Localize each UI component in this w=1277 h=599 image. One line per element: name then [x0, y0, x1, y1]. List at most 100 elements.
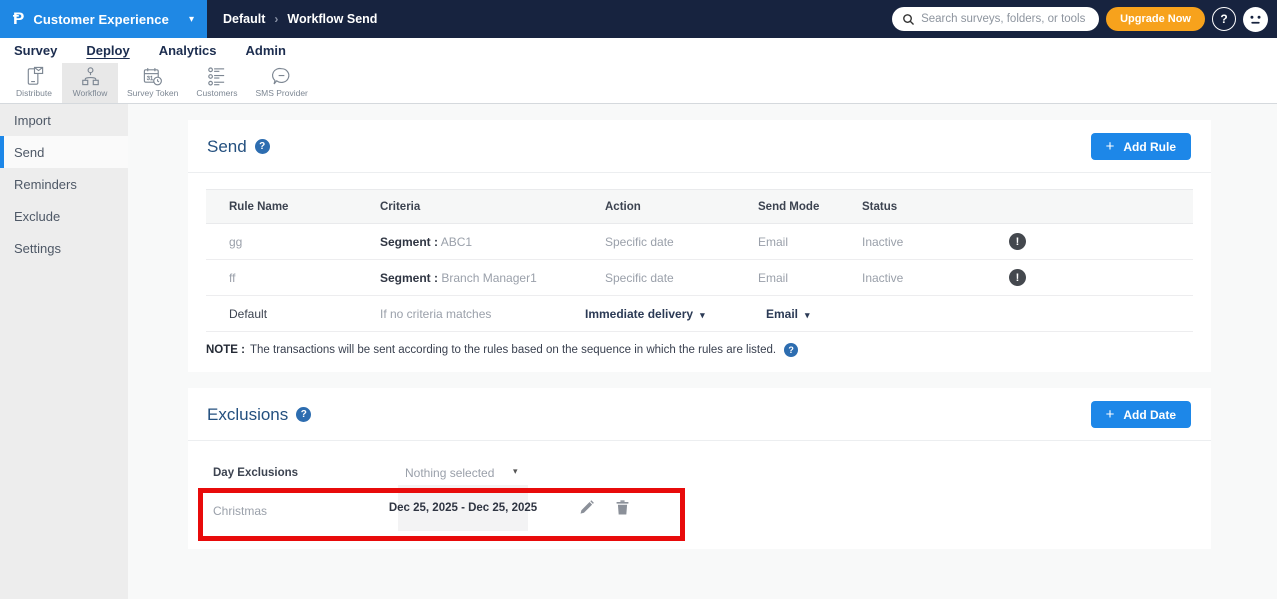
exclusions-body: Day Exclusions Nothing selected ▾ Christ…: [188, 441, 1211, 549]
table-row: gg Segment : ABC1 Specific date Email In…: [206, 224, 1193, 260]
action-cell: Specific date: [605, 271, 758, 285]
divider: [188, 172, 1211, 173]
criteria-value: Branch Manager1: [441, 271, 536, 285]
col-header-send-mode: Send Mode: [758, 201, 862, 213]
send-mode-cell: Email: [758, 235, 862, 249]
chevron-down-icon: ▾: [189, 14, 194, 25]
send-help-icon[interactable]: ?: [255, 139, 270, 154]
criteria-cell: Segment : Branch Manager1: [380, 271, 605, 285]
col-header-rule-name: Rule Name: [206, 201, 380, 213]
top-header: Ᵽ Customer Experience ▾ Default › Workfl…: [0, 0, 1277, 38]
exclusions-section-header: Exclusions ? + Add Date: [188, 388, 1211, 440]
sidebar-item-send[interactable]: Send: [0, 136, 128, 168]
tool-workflow[interactable]: Workflow: [62, 63, 118, 103]
default-rule-row: Default If no criteria matches Immediate…: [206, 296, 1193, 332]
criteria-cell: Segment : ABC1: [380, 235, 605, 249]
note-text: The transactions will be sent according …: [250, 344, 776, 356]
add-rule-label: Add Rule: [1123, 140, 1176, 154]
action-dropdown[interactable]: Immediate delivery ▾: [585, 307, 705, 321]
trash-icon: [614, 499, 631, 516]
note-help-icon[interactable]: ?: [784, 343, 798, 357]
rule-name-cell: gg: [206, 235, 380, 249]
status-cell: Inactive: [862, 271, 1009, 285]
tool-survey-token[interactable]: 31 Survey Token: [118, 63, 187, 103]
status-cell: Inactive: [862, 235, 1009, 249]
brand-logo-icon: Ᵽ: [13, 9, 24, 29]
tab-survey[interactable]: Survey: [14, 43, 57, 58]
send-mode-cell: Email: [758, 271, 862, 285]
criteria-label: Segment :: [380, 235, 438, 249]
chevron-down-icon[interactable]: ▾: [513, 466, 518, 477]
breadcrumb-separator-icon: ›: [274, 12, 278, 26]
exclusion-name: Christmas: [213, 504, 267, 518]
chevron-down-icon: ▾: [700, 310, 705, 320]
svg-text:31: 31: [147, 76, 153, 82]
warning-icon[interactable]: !: [1009, 233, 1026, 250]
page-body: Import Send Reminders Exclude Settings S…: [0, 104, 1277, 599]
tool-sms-provider[interactable]: SMS Provider: [246, 63, 316, 103]
add-rule-button[interactable]: + Add Rule: [1091, 133, 1191, 160]
survey-token-icon: 31: [142, 66, 163, 87]
tab-deploy[interactable]: Deploy: [86, 43, 129, 58]
breadcrumb: Default › Workflow Send: [223, 12, 377, 26]
exclusion-date-range: Dec 25, 2025 - Dec 25, 2025: [398, 485, 528, 531]
upgrade-now-button[interactable]: Upgrade Now: [1106, 7, 1205, 31]
action-dropdown-cell: Immediate delivery▾: [605, 307, 758, 321]
tool-label: Workflow: [73, 88, 108, 98]
action-cell: Specific date: [605, 235, 758, 249]
customers-icon: [206, 66, 227, 87]
day-exclusions-dropdown[interactable]: Nothing selected: [405, 466, 494, 480]
day-exclusions-label: Day Exclusions: [213, 467, 298, 479]
pencil-icon: [578, 499, 595, 516]
rules-table: Rule Name Criteria Action Send Mode Stat…: [206, 189, 1193, 332]
workspace-switcher[interactable]: Ᵽ Customer Experience ▾: [0, 0, 207, 38]
tool-label: SMS Provider: [255, 88, 307, 98]
warning-icon[interactable]: !: [1009, 269, 1026, 286]
user-face-icon: [1243, 7, 1268, 32]
breadcrumb-item-current: Workflow Send: [287, 12, 377, 26]
action-dropdown-value: Immediate delivery: [585, 307, 693, 321]
search-input[interactable]: [921, 13, 1091, 25]
exclusions-section: Exclusions ? + Add Date Day Exclusions N…: [188, 388, 1211, 549]
tool-label: Customers: [196, 88, 237, 98]
breadcrumb-item-default[interactable]: Default: [223, 12, 265, 26]
send-section: Send ? + Add Rule Rule Name Criteria Act…: [188, 120, 1211, 372]
primary-nav: Survey Deploy Analytics Admin: [0, 38, 1277, 63]
criteria-label: Segment :: [380, 271, 438, 285]
plus-icon: +: [1106, 406, 1115, 423]
add-date-button[interactable]: + Add Date: [1091, 401, 1191, 428]
sidebar-item-import[interactable]: Import: [0, 104, 128, 136]
table-row: ff Segment : Branch Manager1 Specific da…: [206, 260, 1193, 296]
rule-name-cell: ff: [206, 271, 380, 285]
exclusions-help-icon[interactable]: ?: [296, 407, 311, 422]
send-mode-dropdown[interactable]: Email▾: [766, 307, 810, 321]
tool-distribute[interactable]: Distribute: [6, 63, 62, 103]
tool-customers[interactable]: Customers: [187, 63, 246, 103]
sidebar-item-exclude[interactable]: Exclude: [0, 200, 128, 232]
avatar[interactable]: [1243, 7, 1268, 32]
add-date-label: Add Date: [1123, 408, 1176, 422]
plus-icon: +: [1106, 138, 1115, 155]
tab-analytics[interactable]: Analytics: [159, 43, 217, 58]
tab-admin[interactable]: Admin: [246, 43, 286, 58]
global-search[interactable]: [892, 7, 1099, 31]
search-icon: [902, 13, 915, 26]
col-header-criteria: Criteria: [380, 201, 605, 213]
sidebar-item-reminders[interactable]: Reminders: [0, 168, 128, 200]
rule-name-cell: Default: [206, 307, 380, 321]
help-button[interactable]: ?: [1212, 7, 1236, 31]
workflow-icon: [80, 66, 101, 87]
edit-exclusion-button[interactable]: [578, 499, 595, 516]
criteria-value: ABC1: [441, 235, 472, 249]
app-root: Ᵽ Customer Experience ▾ Default › Workfl…: [0, 0, 1277, 599]
sidebar-item-settings[interactable]: Settings: [0, 232, 128, 264]
col-header-action: Action: [605, 201, 758, 213]
page-title: Send: [207, 137, 247, 157]
send-section-header: Send ? + Add Rule: [188, 120, 1211, 172]
criteria-cell: If no criteria matches: [380, 307, 605, 321]
delete-exclusion-button[interactable]: [614, 499, 631, 516]
exclusions-title: Exclusions: [207, 405, 288, 425]
tool-label: Survey Token: [127, 88, 178, 98]
col-header-status: Status: [862, 201, 1009, 213]
send-mode-dropdown-value: Email: [766, 307, 798, 321]
